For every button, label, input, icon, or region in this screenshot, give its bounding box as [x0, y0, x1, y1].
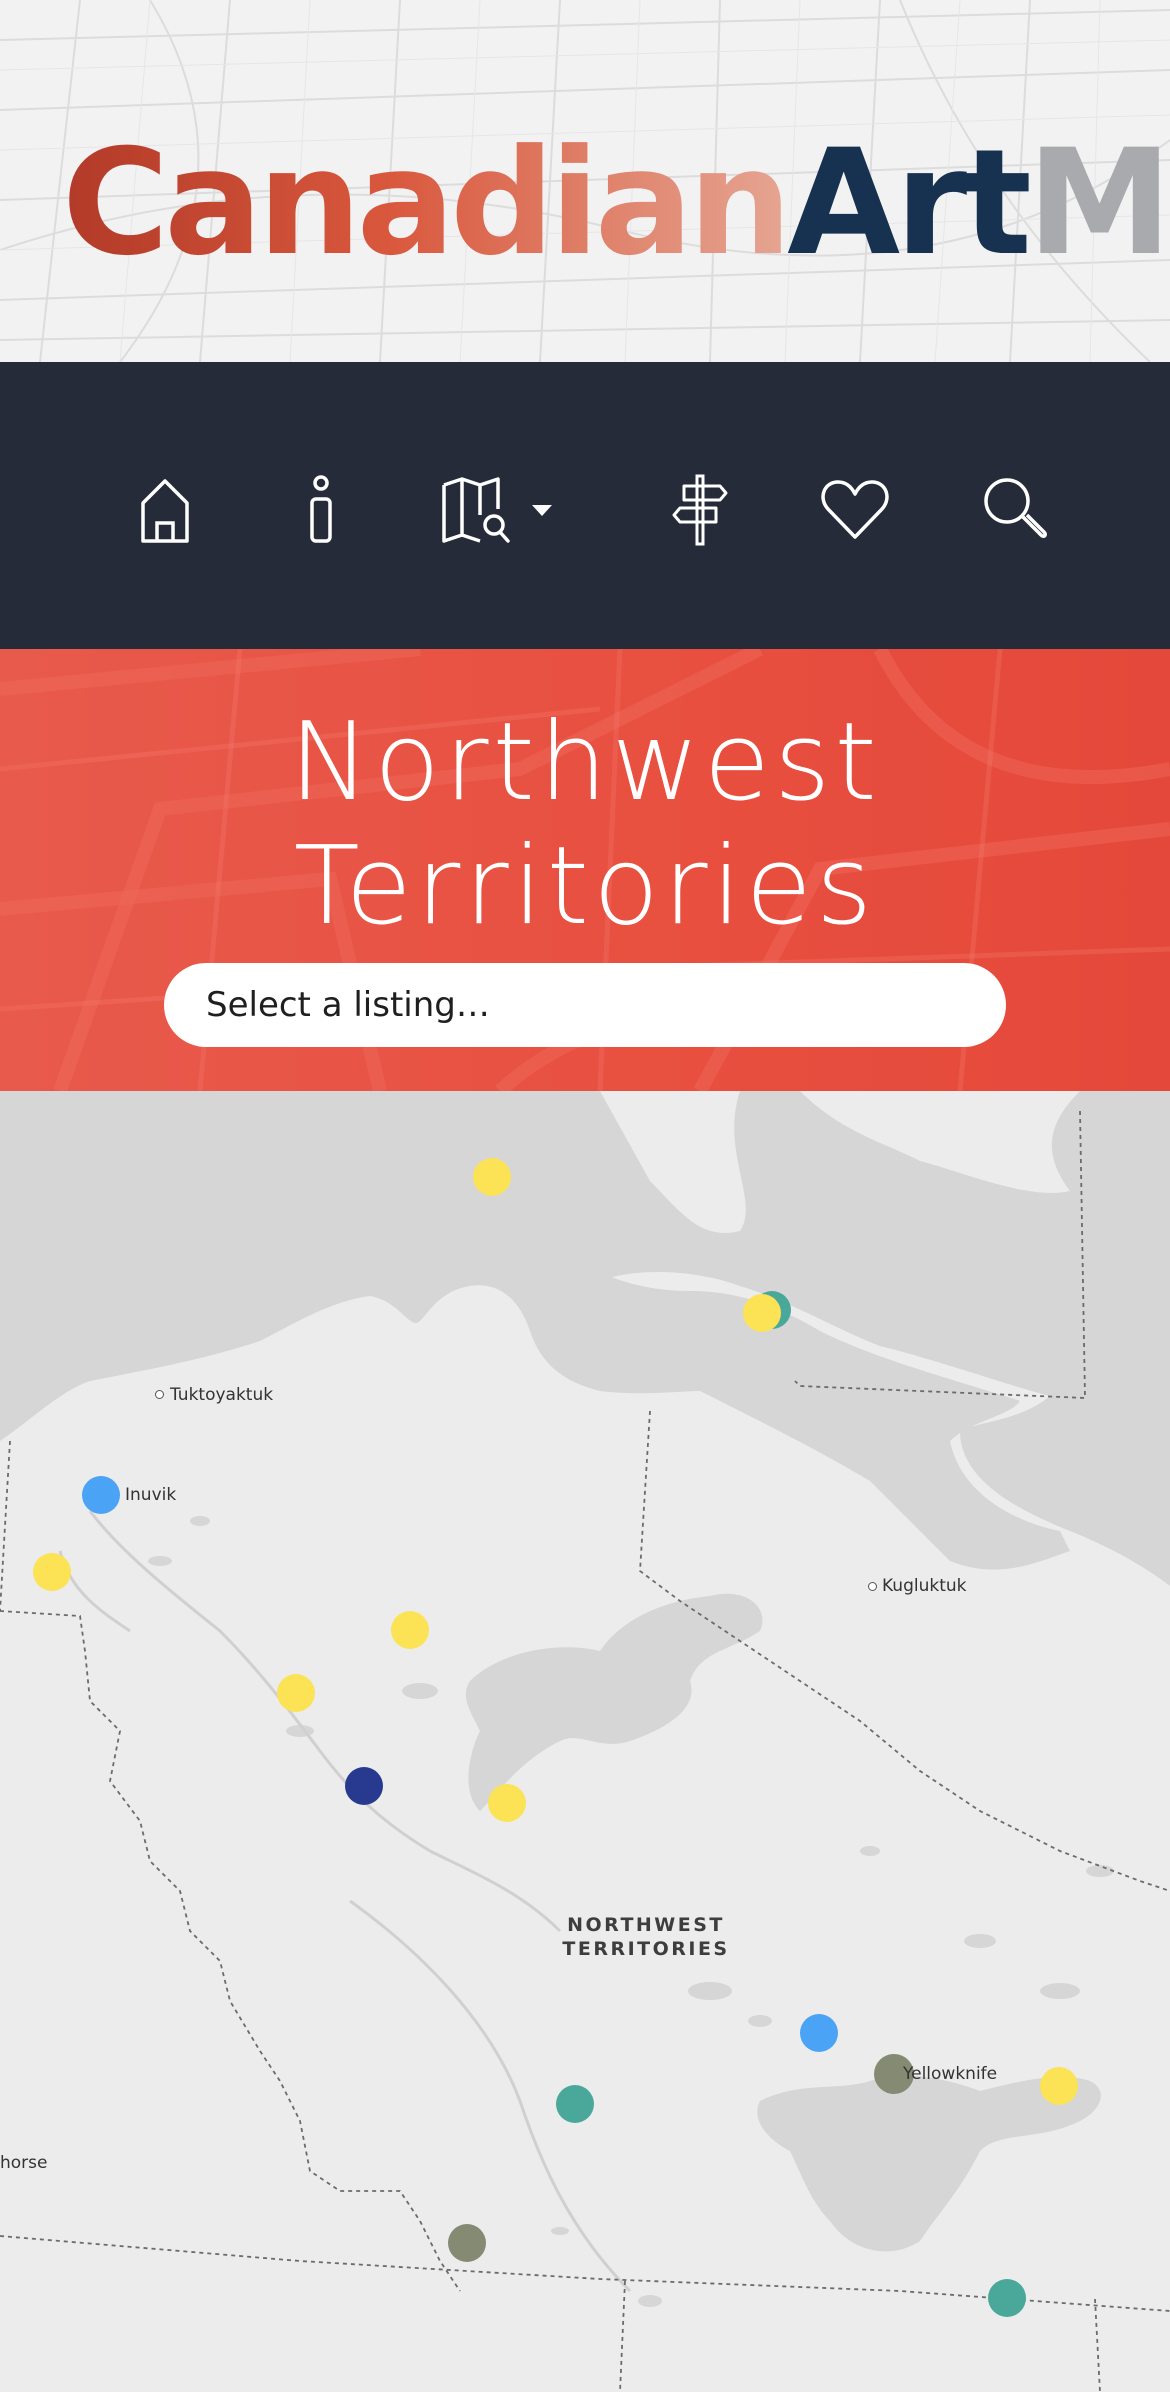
listing-marker[interactable]	[556, 2085, 594, 2123]
place-dot-kugluktuk	[868, 1582, 877, 1591]
place-label-whitehorse: horse	[0, 2153, 48, 2173]
region-hero: Northwest Territories Select a listing…	[0, 649, 1170, 1091]
signpost-icon	[672, 474, 728, 546]
logo-word-art: Art	[787, 118, 1032, 288]
listing-marker[interactable]	[800, 2014, 838, 2052]
listing-marker[interactable]	[277, 1674, 315, 1712]
listing-select-placeholder: Select a listing…	[206, 985, 490, 1025]
arctic-ocean	[0, 1091, 1170, 1586]
logo-banner: CanadianArtMap	[0, 0, 1170, 362]
place-dot-tuktoyaktuk	[155, 1390, 164, 1399]
region-map-label: NORTHWEST TERRITORIES	[520, 1913, 772, 1961]
place-label-tuktoyaktuk: Tuktoyaktuk	[170, 1385, 274, 1405]
listing-marker[interactable]	[391, 1611, 429, 1649]
home-button[interactable]	[125, 470, 205, 550]
favourites-button[interactable]	[815, 470, 895, 550]
home-icon	[141, 479, 189, 543]
listing-marker[interactable]	[488, 1784, 526, 1822]
search-button[interactable]	[976, 470, 1056, 550]
region-map-label-line2: TERRITORIES	[562, 1938, 730, 1960]
map-canvas	[0, 1091, 1170, 2392]
listing-marker[interactable]	[473, 1158, 511, 1196]
listing-marker[interactable]	[345, 1767, 383, 1805]
region-map[interactable]: Tuktoyaktuk Inuvik Kugluktuk Yellowknife…	[0, 1091, 1170, 2392]
listing-marker[interactable]	[743, 1294, 781, 1332]
region-title-line1: Northwest	[289, 700, 881, 825]
main-navigation	[0, 362, 1170, 649]
site-logo[interactable]: CanadianArtMap	[62, 118, 1170, 288]
logo-word-map: Map	[1026, 118, 1170, 288]
region-title: Northwest Territories	[0, 701, 1170, 949]
map-search-icon	[442, 477, 510, 543]
place-label-yellowknife: Yellowknife	[903, 2064, 998, 2084]
map-search-dropdown-button[interactable]	[440, 470, 580, 550]
heart-icon	[821, 480, 889, 539]
directions-button[interactable]	[660, 470, 740, 550]
region-map-label-line1: NORTHWEST	[567, 1914, 725, 1936]
search-icon	[984, 478, 1047, 538]
listing-marker[interactable]	[1040, 2067, 1078, 2105]
info-button[interactable]	[281, 470, 361, 550]
place-label-inuvik: Inuvik	[125, 1485, 177, 1505]
chevron-down-icon	[532, 505, 552, 516]
listing-marker[interactable]	[988, 2279, 1026, 2317]
place-label-kugluktuk: Kugluktuk	[882, 1576, 967, 1596]
logo-word-canadian: Canadian	[62, 118, 792, 288]
listing-marker[interactable]	[33, 1553, 71, 1591]
info-icon	[310, 475, 332, 543]
region-title-line2: Territories	[293, 824, 877, 949]
rivers	[58, 1510, 632, 2293]
listing-marker[interactable]	[448, 2224, 486, 2262]
listing-marker[interactable]	[82, 1476, 120, 1514]
listing-select[interactable]: Select a listing…	[164, 963, 1006, 1047]
